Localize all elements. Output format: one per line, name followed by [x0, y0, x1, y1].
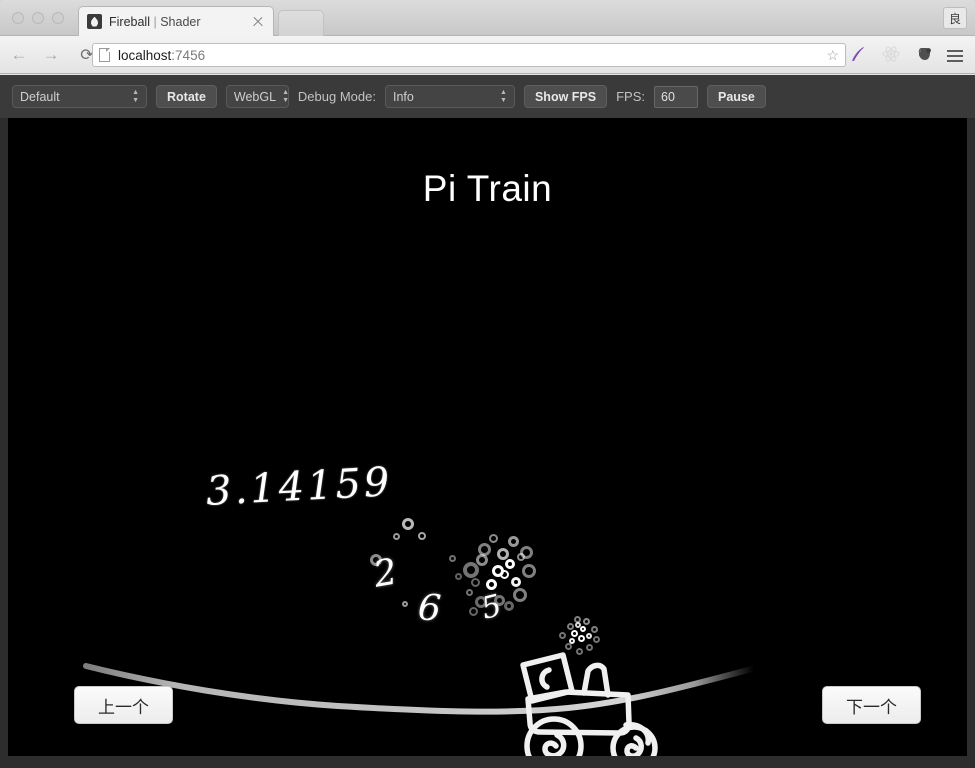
chrome-menu-icon[interactable] [947, 44, 967, 64]
game-title: Pi Train [422, 168, 553, 209]
minimize-window-button[interactable] [32, 12, 44, 24]
maximize-window-button[interactable] [52, 12, 64, 24]
react-devtools-icon[interactable] [881, 44, 901, 64]
scene-select-value: Default [20, 89, 60, 104]
renderer-select-value: WebGL [233, 89, 277, 104]
window-extra-button[interactable]: 良 [943, 7, 967, 29]
pi-digits-text: 3.14159 [204, 459, 394, 515]
forward-icon[interactable]: → [38, 42, 64, 68]
next-button[interactable]: 下一个 [822, 686, 921, 724]
new-tab-button[interactable] [278, 10, 324, 36]
navigation-bar: ← → ⟳ localhost:7456 ☆ [0, 36, 975, 74]
chevron-updown-icon: ▲ ▼ [282, 88, 289, 104]
show-fps-button[interactable]: Show FPS [523, 85, 608, 108]
address-bar[interactable]: localhost:7456 ☆ [92, 43, 846, 67]
debug-mode-value: Info [392, 89, 414, 104]
close-window-button[interactable] [12, 12, 24, 24]
page-document-icon [99, 48, 110, 62]
tab-title: Fireball | Shader [109, 15, 251, 29]
fps-label: FPS: [616, 89, 645, 104]
browser-window: Fireball | Shader 良 ← → ⟳ localhost:7456… [0, 0, 975, 768]
pause-button[interactable]: Pause [707, 85, 766, 108]
prev-button[interactable]: 上一个 [74, 686, 173, 724]
tab-strip: Fireball | Shader 良 [0, 0, 975, 36]
chevron-updown-icon: ▲ ▼ [500, 88, 507, 104]
scene-select[interactable]: Default ▲ ▼ [12, 85, 147, 108]
url-host: localhost [118, 47, 172, 63]
url-text: localhost:7456 [118, 48, 820, 63]
back-icon[interactable]: ← [6, 42, 32, 68]
extension-icons [848, 44, 967, 64]
feather-icon[interactable] [848, 44, 868, 64]
tab-title-sub: Shader [160, 14, 201, 29]
bookmark-star-icon[interactable]: ☆ [826, 47, 839, 64]
rotate-button[interactable]: Rotate [156, 85, 217, 108]
chevron-updown-icon: ▲ ▼ [132, 88, 139, 104]
ground-track [83, 651, 831, 715]
tab-title-separator: | [150, 14, 161, 29]
canvas-surround: Pi Train 3.14159 2 6 5 上一个 下一个 [0, 118, 975, 768]
fps-input[interactable]: 60 [654, 85, 698, 108]
evernote-icon[interactable] [914, 44, 934, 64]
debug-mode-label: Debug Mode: [297, 89, 376, 104]
game-canvas[interactable]: Pi Train 3.14159 2 6 5 上一个 下一个 [8, 118, 967, 756]
fireball-droplet-icon [87, 14, 102, 29]
train-illustration [520, 652, 658, 756]
url-port: :7456 [171, 47, 206, 63]
renderer-select[interactable]: WebGL ▲ ▼ [225, 85, 289, 108]
app-toolbar: Default ▲ ▼ Rotate WebGL ▲ ▼ Debug Mode: I… [0, 75, 975, 118]
tab-title-main: Fireball [109, 14, 150, 29]
debug-mode-select[interactable]: Info ▲ ▼ [384, 85, 515, 108]
close-tab-icon[interactable] [251, 15, 265, 29]
browser-tab-fireball[interactable]: Fireball | Shader [78, 6, 274, 36]
window-traffic-lights [12, 12, 64, 24]
